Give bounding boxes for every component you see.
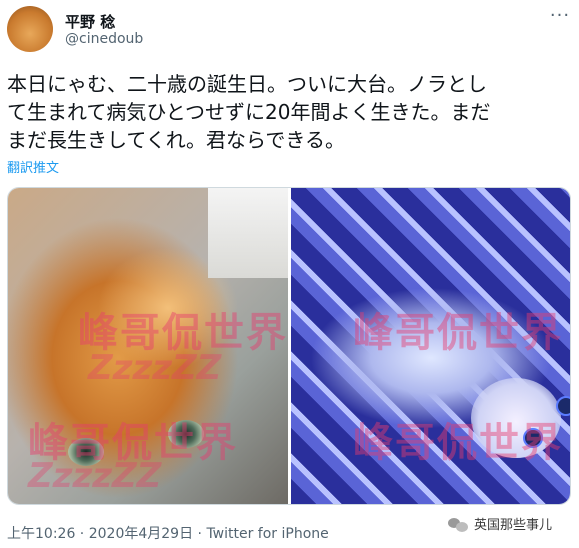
- cat-eye: [168, 420, 204, 448]
- tweet-text: 本日にゃむ、二十歳の誕生日。ついに大台。ノラとし て生まれて病気ひとつせずに20…: [7, 72, 491, 152]
- source-badge: 英国那些事儿: [448, 514, 552, 533]
- meta-separator: ·: [75, 526, 89, 542]
- tweet-source-link[interactable]: Twitter for iPhone: [206, 526, 328, 542]
- avatar[interactable]: [7, 6, 53, 52]
- source-badge-label: 英国那些事儿: [474, 518, 553, 533]
- photo-orange-cat[interactable]: [8, 188, 288, 504]
- kitten-eye: [556, 396, 570, 416]
- tweet-meta: 上午10:26 · 2020年4月29日 · Twitter for iPhon…: [7, 523, 329, 543]
- photo-background-window: [208, 188, 288, 278]
- author-display-name[interactable]: 平野 稔: [65, 11, 115, 32]
- tweet-date-link[interactable]: 2020年4月29日: [89, 526, 193, 542]
- author-handle[interactable]: @cinedoub: [65, 31, 143, 47]
- wechat-icon: [448, 516, 470, 532]
- kitten-eye: [523, 428, 543, 448]
- photo-kitten-blue[interactable]: [291, 188, 570, 504]
- more-horizontal-icon[interactable]: ···: [548, 7, 572, 30]
- tweet-time-link[interactable]: 上午10:26: [7, 526, 75, 542]
- media-grid: 峰哥侃世界 峰哥侃世界 峰哥侃世界 峰哥侃世界 ZzzzZZ ZzzzZZ: [7, 187, 571, 505]
- cat-eye: [68, 438, 104, 466]
- meta-separator: ·: [193, 526, 207, 542]
- translate-tweet-link[interactable]: 翻訳推文: [7, 157, 59, 176]
- kitten-face: [471, 378, 561, 458]
